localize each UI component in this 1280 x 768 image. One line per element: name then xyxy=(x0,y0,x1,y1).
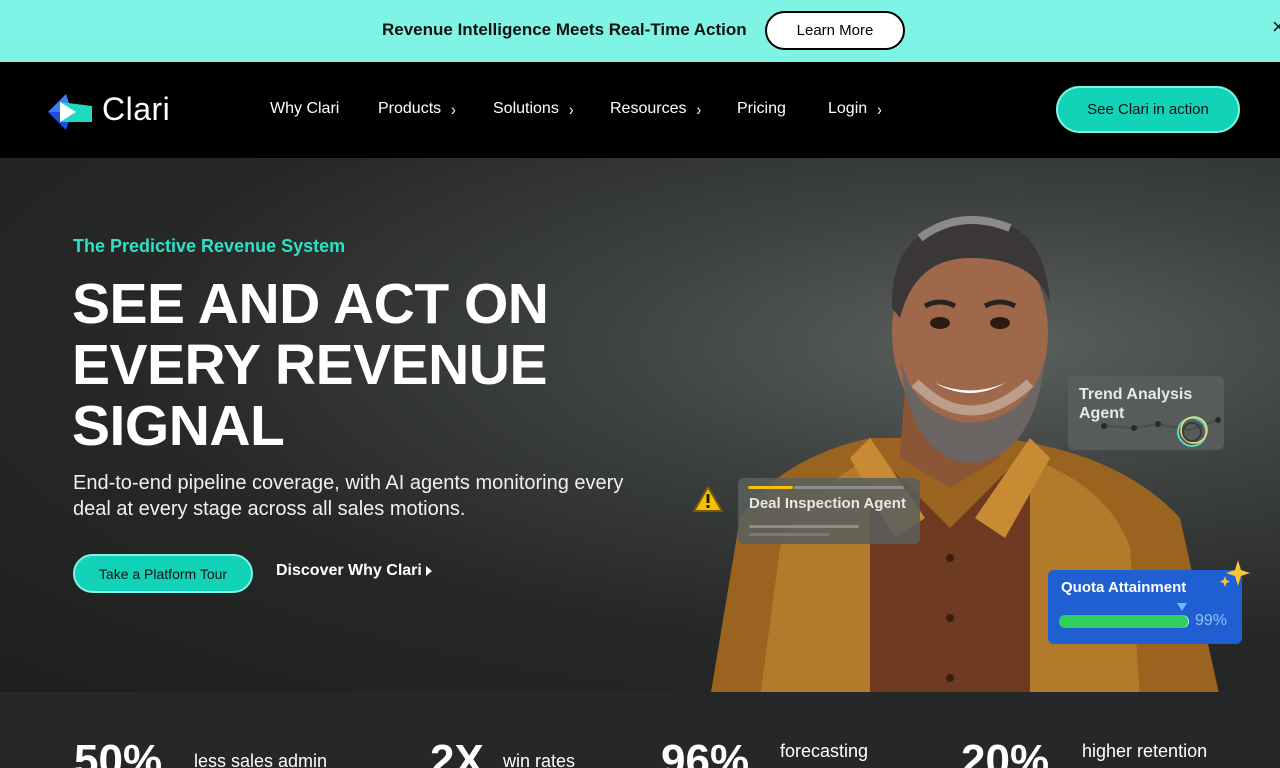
card-divider xyxy=(794,486,904,489)
stat-value: 96% xyxy=(661,736,750,768)
discover-why-clari-link[interactable]: Discover Why Clari xyxy=(276,562,432,580)
chevron-right-icon: › xyxy=(877,99,882,119)
card-title: Quota Attainment xyxy=(1061,579,1187,596)
placeholder-line xyxy=(749,533,829,536)
quota-progress-fill xyxy=(1059,615,1188,628)
headline-line: SEE AND ACT ON xyxy=(72,272,549,336)
stat-label: win rates xyxy=(503,751,576,768)
nav-item-label: Why Clari xyxy=(270,100,340,117)
chevron-right-icon: › xyxy=(451,99,456,119)
stat-value: 50% xyxy=(74,736,163,768)
hero-subhead: End-to-end pipeline coverage, with AI ag… xyxy=(73,472,624,520)
hero-section: The Predictive Revenue System SEE AND AC… xyxy=(0,158,1280,692)
chevron-right-icon: › xyxy=(568,99,574,119)
page: Revenue Intelligence Meets Real-Time Act… xyxy=(0,0,1280,768)
stat-label: forecasting xyxy=(780,741,869,761)
card-accent-bar xyxy=(748,486,793,489)
quota-percent: 99% xyxy=(1195,612,1228,629)
nav-solutions[interactable]: Solutions › xyxy=(493,99,574,119)
headline-line: EVERY REVENUE xyxy=(72,333,548,397)
clari-logo-icon xyxy=(48,94,92,130)
nav-item-label: Solutions xyxy=(493,100,559,117)
stat-value: 20% xyxy=(961,736,1050,768)
nav-products[interactable]: Products › xyxy=(378,99,456,119)
see-clari-in-action-button[interactable]: See Clari in action xyxy=(1056,86,1240,133)
nav-item-label: Products xyxy=(378,100,442,117)
announcement-text: Revenue Intelligence Meets Real-Time Act… xyxy=(382,20,747,39)
deal-inspection-card: Deal Inspection Agent xyxy=(738,478,920,544)
stat-value: 2X xyxy=(430,736,484,768)
chevron-right-icon: › xyxy=(696,99,702,119)
logo-text: Clari xyxy=(102,91,171,127)
logo[interactable]: Clari xyxy=(46,90,186,134)
stat-label: higher retention xyxy=(1082,741,1208,761)
stats-strip: 50% less sales admin 2X win rates 96% fo… xyxy=(0,692,1280,768)
hero-eyebrow: The Predictive Revenue System xyxy=(73,236,346,256)
progress-marker-icon xyxy=(1177,603,1187,611)
sparkle-icon xyxy=(1220,560,1250,587)
close-icon[interactable]: × xyxy=(1272,16,1280,38)
nav-why-clari[interactable]: Why Clari xyxy=(270,100,339,118)
nav-pricing[interactable]: Pricing xyxy=(737,100,786,118)
trend-analysis-card: Trend Analysis Agent xyxy=(1068,376,1224,450)
play-triangle-icon xyxy=(425,566,432,576)
quota-attainment-card: Quota Attainment 99% xyxy=(1048,570,1242,644)
nav-login[interactable]: Login › xyxy=(828,99,882,119)
announcement-bar: Revenue Intelligence Meets Real-Time Act… xyxy=(0,0,1280,62)
nav-resources[interactable]: Resources › xyxy=(610,99,702,119)
placeholder-line xyxy=(749,525,859,528)
platform-tour-button[interactable]: Take a Platform Tour xyxy=(73,554,253,593)
headline-line: SIGNAL xyxy=(72,394,285,458)
nav-item-label: Login xyxy=(828,100,868,117)
hero-headline: SEE AND ACT ON EVERY REVENUE SIGNAL xyxy=(72,274,632,457)
learn-more-button[interactable]: Learn More xyxy=(765,11,905,50)
main-nav: Clari Why Clari Products › Solutions › R… xyxy=(0,62,1280,158)
card-title: Deal Inspection Agent xyxy=(749,495,906,512)
trend-line-icon xyxy=(1101,416,1221,447)
quota-progress-track xyxy=(1059,615,1189,628)
warning-icon xyxy=(693,486,723,512)
nav-item-label: Pricing xyxy=(737,100,786,117)
stat-label: less sales admin xyxy=(194,751,328,768)
link-label: Discover Why Clari xyxy=(276,562,422,579)
nav-item-label: Resources xyxy=(610,100,687,117)
